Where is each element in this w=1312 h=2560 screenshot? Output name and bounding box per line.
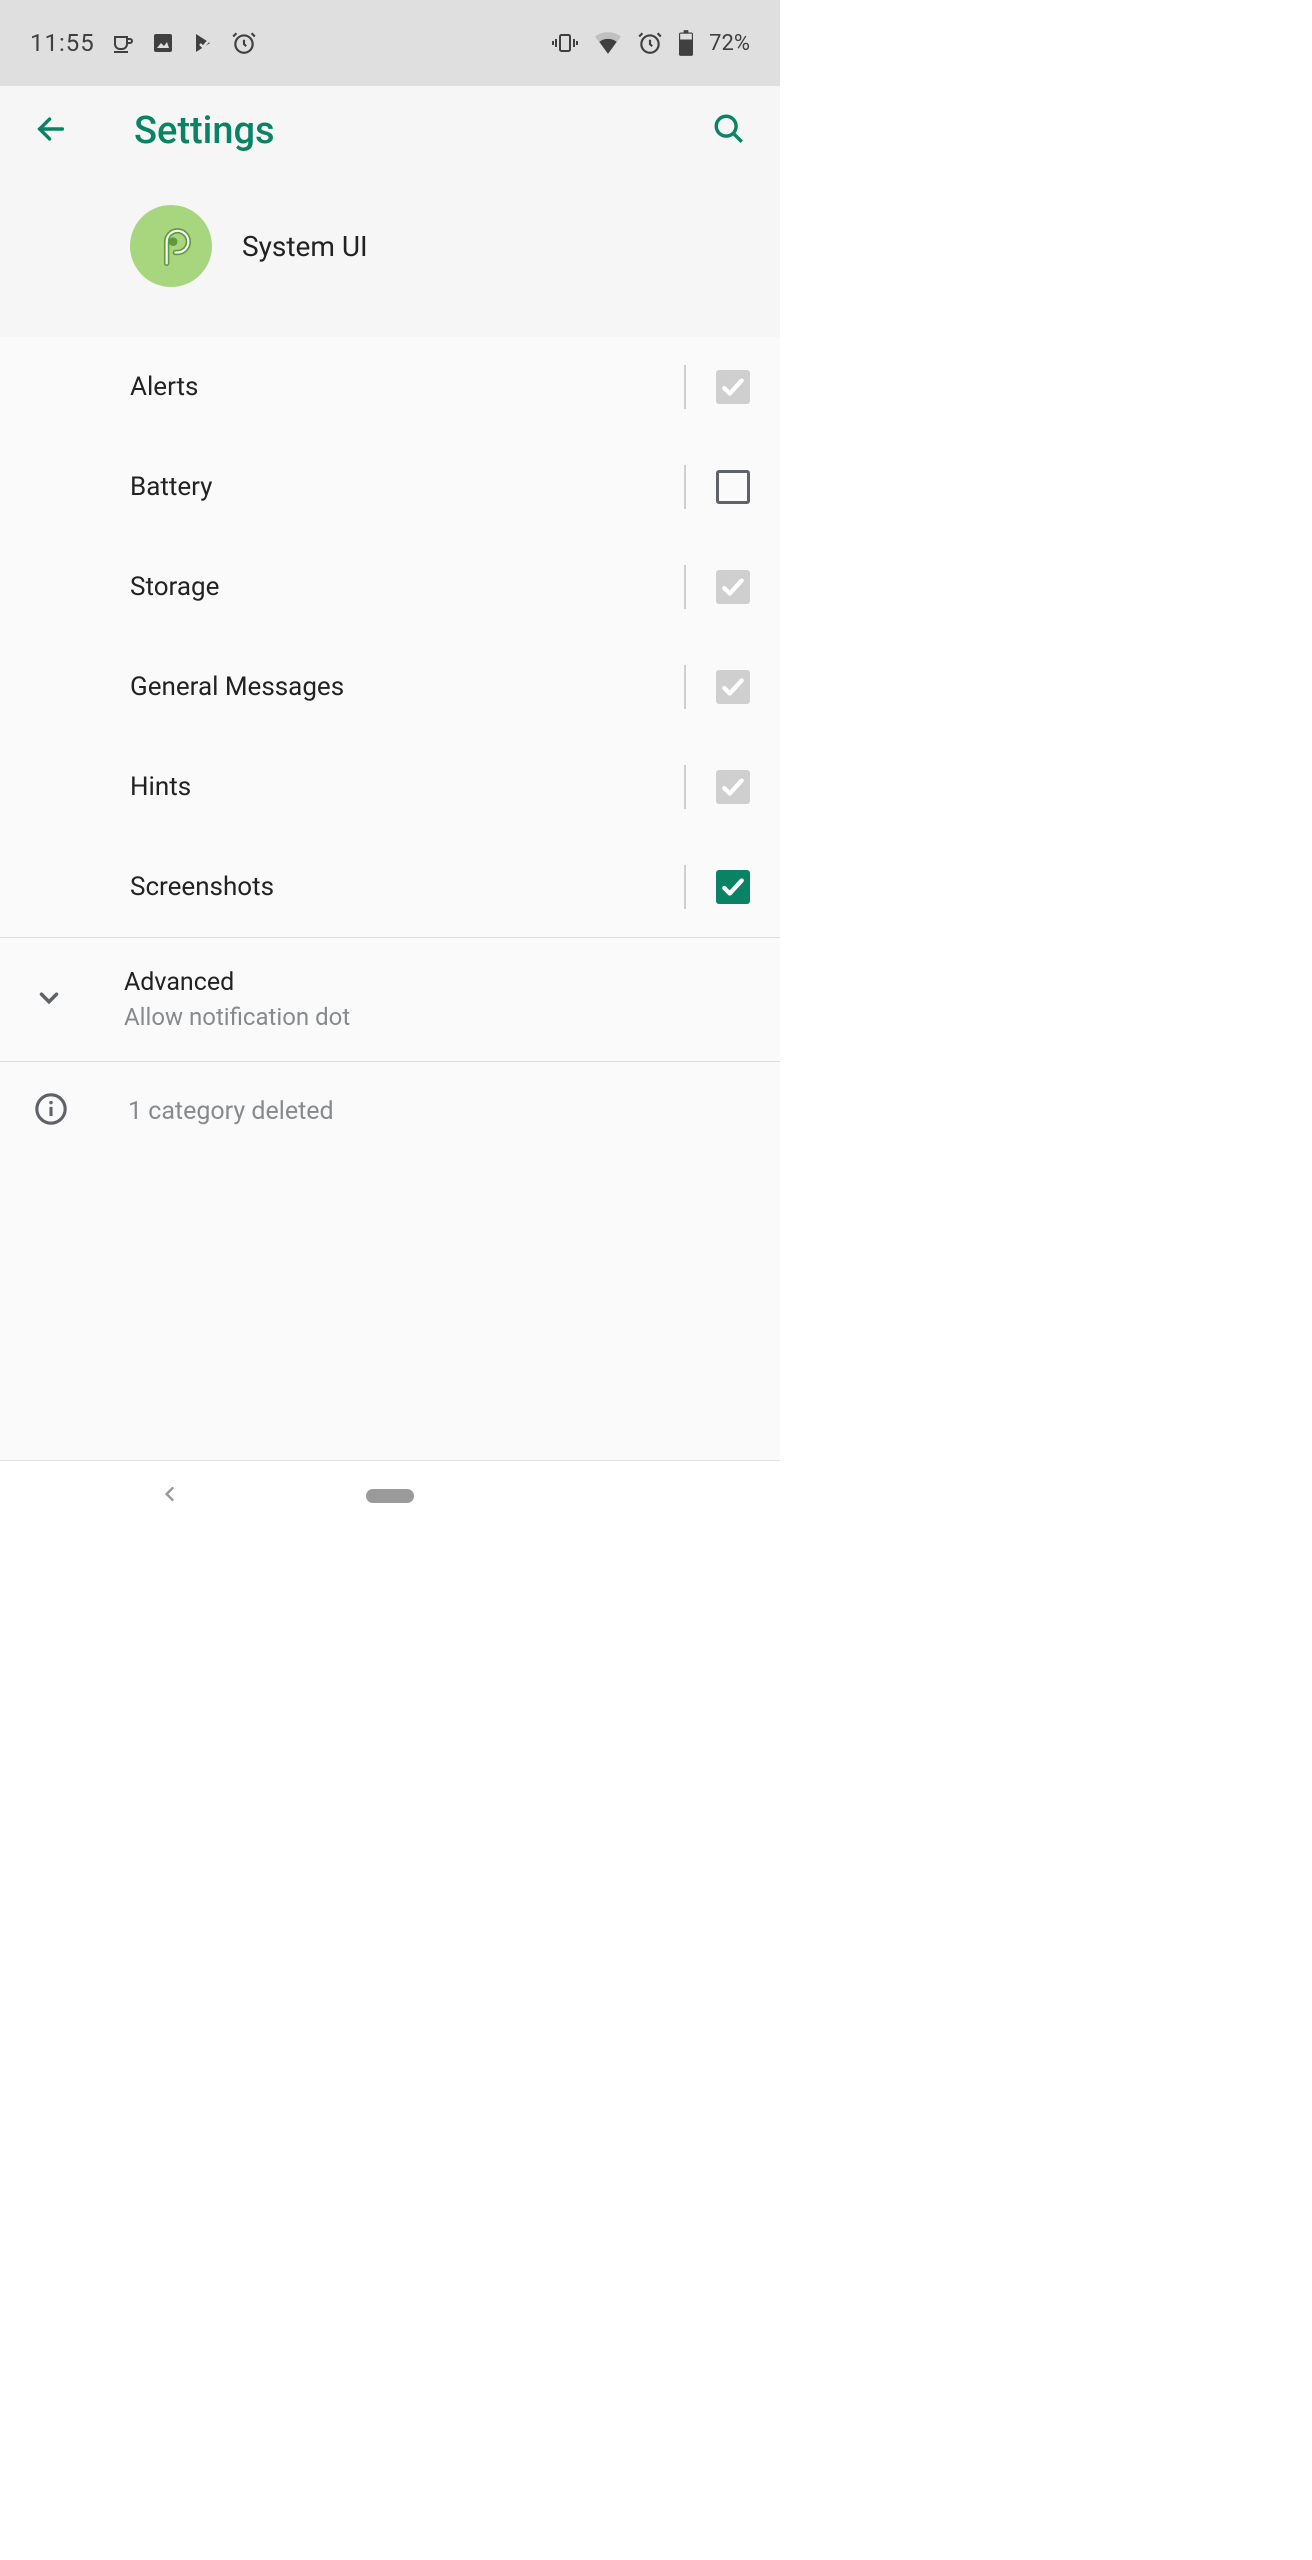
arrow-left-icon xyxy=(34,112,68,146)
status-bar: 11:55 xyxy=(0,0,780,86)
divider xyxy=(684,365,686,409)
notification-category-list: Alerts Battery Storage General Messages Hint… xyxy=(0,337,780,937)
app-name: System UI xyxy=(242,230,368,263)
battery-percent: 72% xyxy=(709,31,750,56)
divider xyxy=(684,465,686,509)
play-store-icon xyxy=(191,31,215,55)
alarm-set-icon xyxy=(637,30,663,56)
category-row[interactable]: General Messages xyxy=(0,637,780,737)
info-icon xyxy=(34,1092,68,1130)
cup-icon xyxy=(111,31,135,55)
category-label: Screenshots xyxy=(130,872,654,902)
deleted-category-info: 1 category deleted xyxy=(0,1062,780,1160)
image-icon xyxy=(151,31,175,55)
category-row[interactable]: Screenshots xyxy=(0,837,780,937)
status-clock: 11:55 xyxy=(30,29,95,57)
advanced-row[interactable]: Advanced Allow notification dot xyxy=(0,938,780,1061)
category-row[interactable]: Alerts xyxy=(0,337,780,437)
category-row[interactable]: Hints xyxy=(0,737,780,837)
back-button[interactable] xyxy=(28,106,74,155)
category-checkbox[interactable] xyxy=(716,670,750,704)
vibrate-icon xyxy=(551,31,579,55)
nav-back-button[interactable] xyxy=(160,1484,180,1508)
page-title: Settings xyxy=(134,109,646,153)
divider xyxy=(684,865,686,909)
navigation-bar xyxy=(0,1460,780,1530)
search-icon xyxy=(712,112,746,146)
category-checkbox[interactable] xyxy=(716,570,750,604)
chevron-down-icon xyxy=(34,983,64,1017)
app-info: System UI xyxy=(0,175,780,337)
category-label: Battery xyxy=(130,472,654,502)
nav-home-pill[interactable] xyxy=(366,1489,414,1503)
divider xyxy=(684,665,686,709)
app-badge-icon xyxy=(130,205,212,287)
divider xyxy=(684,565,686,609)
category-label: Alerts xyxy=(130,372,654,402)
category-row[interactable]: Battery xyxy=(0,437,780,537)
wifi-icon xyxy=(595,32,621,54)
advanced-subtitle: Allow notification dot xyxy=(124,1003,350,1031)
chevron-left-icon xyxy=(160,1484,180,1504)
category-checkbox[interactable] xyxy=(716,370,750,404)
divider xyxy=(684,765,686,809)
battery-icon xyxy=(679,30,693,56)
category-checkbox[interactable] xyxy=(716,770,750,804)
alarm-icon xyxy=(231,30,257,56)
search-button[interactable] xyxy=(706,106,752,155)
advanced-title: Advanced xyxy=(124,968,350,997)
category-label: Hints xyxy=(130,772,654,802)
info-text: 1 category deleted xyxy=(128,1097,334,1126)
category-row[interactable]: Storage xyxy=(0,537,780,637)
category-checkbox[interactable] xyxy=(716,470,750,504)
category-label: General Messages xyxy=(130,672,654,702)
category-label: Storage xyxy=(130,572,654,602)
category-checkbox[interactable] xyxy=(716,870,750,904)
